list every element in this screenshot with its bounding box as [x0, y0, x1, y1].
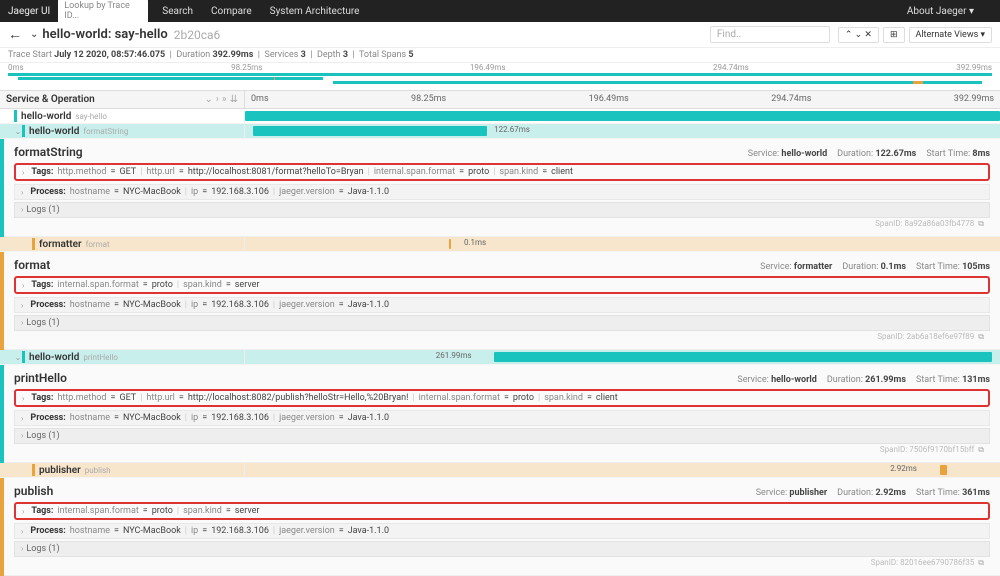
- find-input[interactable]: Find..: [710, 26, 830, 43]
- tags-row[interactable]: ›Tags: http.method = GET | http.url = ht…: [14, 389, 990, 407]
- span-row-formatstring[interactable]: ⌄hello-worldformatString: [0, 124, 244, 139]
- span-row-formatter[interactable]: formatterformat: [0, 237, 244, 252]
- trace-lookup-input[interactable]: Lookup by Trace ID...: [58, 0, 148, 23]
- service-op-header: Service & Operation: [6, 94, 95, 105]
- grid-icon[interactable]: ⊞: [883, 27, 905, 43]
- process-row[interactable]: ›Process: hostname = NYC-MacBook | ip = …: [14, 184, 990, 200]
- copy-icon[interactable]: ⧉: [978, 558, 984, 567]
- logs-row[interactable]: ›Logs (1): [14, 428, 990, 444]
- process-row[interactable]: ›Process: hostname = NYC-MacBook | ip = …: [14, 523, 990, 539]
- tags-row[interactable]: ›Tags: internal.span.format = proto | sp…: [14, 502, 990, 520]
- double-right-icon[interactable]: »: [222, 94, 227, 105]
- about-menu[interactable]: About Jaeger ▾: [907, 6, 974, 17]
- copy-icon[interactable]: ⧉: [978, 332, 984, 341]
- trace-meta: Trace Start July 12 2020, 08:57:46.075 |…: [0, 48, 1000, 63]
- detail-format: format Service: formatter Duration: 0.1m…: [0, 252, 1000, 350]
- copy-icon[interactable]: ⧉: [978, 219, 984, 228]
- detail-formatstring: formatString Service: hello-world Durati…: [0, 139, 1000, 237]
- logs-row[interactable]: ›Logs (1): [14, 315, 990, 331]
- nav-compare[interactable]: Compare: [211, 6, 252, 17]
- process-row[interactable]: ›Process: hostname = NYC-MacBook | ip = …: [14, 410, 990, 426]
- minimap[interactable]: 0ms 98.25ms 196.49ms 294.74ms 392.99ms: [0, 63, 1000, 91]
- find-nav[interactable]: ⌃ ⌄ ✕: [838, 27, 879, 43]
- span-row-publisher[interactable]: publisherpublish: [0, 463, 244, 478]
- nav-search[interactable]: Search: [162, 6, 193, 17]
- collapse-icon[interactable]: ⌄: [30, 29, 38, 40]
- trace-title: hello-world: say-hello: [42, 27, 167, 42]
- double-down-icon[interactable]: ⇊: [230, 94, 238, 105]
- trace-header: ← ⌄ hello-world: say-hello 2b20ca6 Find.…: [0, 22, 1000, 48]
- topbar: Jaeger UI Lookup by Trace ID... Search C…: [0, 0, 1000, 22]
- nav-architecture[interactable]: System Architecture: [270, 6, 360, 17]
- span-row-printhello[interactable]: ⌄hello-worldprintHello: [0, 350, 244, 365]
- alt-views-menu[interactable]: Alternate Views ▾: [909, 27, 993, 43]
- column-header: Service & Operation ⌄ › » ⇊ 0ms 98.25ms …: [0, 91, 1000, 109]
- tags-row[interactable]: ›Tags: internal.span.format = proto | sp…: [14, 276, 990, 294]
- trace-id: 2b20ca6: [174, 28, 221, 42]
- tags-row[interactable]: ›Tags: http.method = GET | http.url = ht…: [14, 163, 990, 181]
- detail-publish: publish Service: publisher Duration: 2.9…: [0, 478, 1000, 576]
- right-icon[interactable]: ›: [216, 94, 219, 105]
- back-icon[interactable]: ←: [8, 26, 22, 43]
- copy-icon[interactable]: ⧉: [978, 445, 984, 454]
- process-row[interactable]: ›Process: hostname = NYC-MacBook | ip = …: [14, 297, 990, 313]
- detail-printhello: printHello Service: hello-world Duration…: [0, 365, 1000, 463]
- expand-icon[interactable]: ⌄: [205, 94, 213, 105]
- span-tree: hello-worldsay-hello ⌄hello-worldformatS…: [0, 109, 1000, 139]
- logs-row[interactable]: ›Logs (1): [14, 541, 990, 557]
- logs-row[interactable]: ›Logs (1): [14, 202, 990, 218]
- span-row-sayhello[interactable]: hello-worldsay-hello: [0, 109, 244, 124]
- brand: Jaeger UI: [8, 6, 50, 17]
